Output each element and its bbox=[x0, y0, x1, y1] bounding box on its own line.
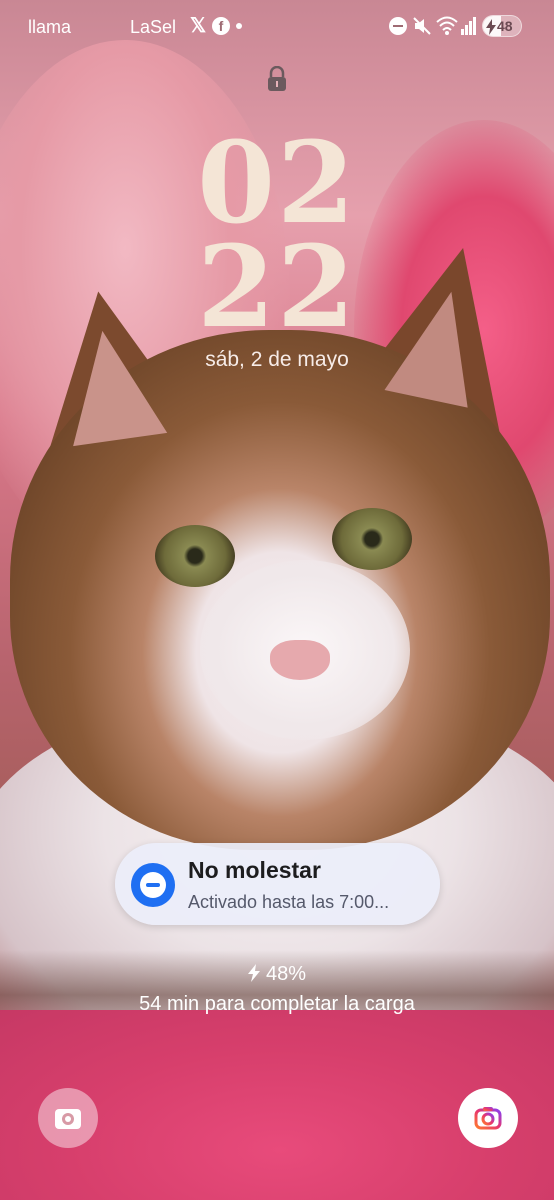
charging-percent: 48% bbox=[0, 963, 554, 986]
charging-message: 54 min para completar la carga bbox=[139, 993, 415, 1015]
notification-lasel: LaSel bbox=[130, 17, 177, 37]
status-bar: llama LaSel 𝕏 f 48 bbox=[0, 0, 554, 54]
camera-shortcut-button[interactable] bbox=[458, 1088, 518, 1148]
dnd-subtitle: Activado hasta las 7:00... bbox=[188, 892, 390, 912]
wifi-icon bbox=[436, 14, 458, 36]
dnd-icon bbox=[131, 863, 175, 907]
battery-level: 48 bbox=[497, 18, 513, 34]
facebook-icon: f bbox=[212, 17, 230, 35]
x-icon: 𝕏 bbox=[189, 14, 207, 37]
battery-icon: 48 bbox=[482, 15, 522, 37]
notification-llama: llama bbox=[28, 17, 72, 37]
lock-icon bbox=[265, 65, 289, 92]
dnd-title: No molestar bbox=[188, 857, 321, 883]
bolt-icon bbox=[247, 964, 260, 982]
charging-percent-value: 48% bbox=[265, 963, 307, 985]
cat-right-eye bbox=[332, 508, 412, 570]
date-label: sáb, 2 de mayo bbox=[205, 348, 349, 371]
dnd-icon bbox=[389, 17, 407, 35]
clock-minute: 22 bbox=[197, 222, 357, 353]
more-notifications-icon bbox=[236, 23, 242, 29]
cat-left-eye bbox=[155, 525, 235, 587]
dnd-notification[interactable]: No molestar Activado hasta las 7:00... bbox=[115, 843, 440, 925]
signal-icon bbox=[461, 15, 477, 35]
camera-icon bbox=[474, 1107, 502, 1130]
gallery-icon bbox=[55, 1109, 81, 1129]
mute-icon bbox=[412, 16, 432, 36]
gallery-shortcut-button[interactable] bbox=[38, 1088, 98, 1148]
cat-nose bbox=[270, 640, 330, 680]
